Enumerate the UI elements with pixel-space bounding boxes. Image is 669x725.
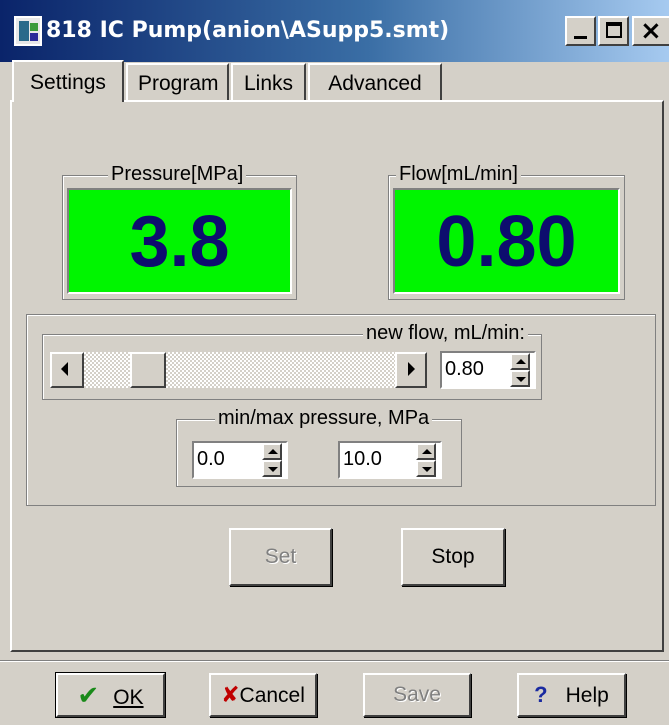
tab-links-label: Links — [243, 72, 294, 95]
stop-button-label: Stop — [431, 545, 475, 568]
maximize-icon — [606, 22, 622, 38]
arrow-left-icon — [61, 362, 68, 376]
tab-settings[interactable]: Settings — [12, 60, 124, 102]
set-button-label: Set — [264, 545, 297, 568]
spin-down-icon — [422, 467, 432, 472]
stop-button[interactable]: Stop — [401, 528, 505, 586]
arrow-right-icon — [408, 362, 415, 376]
title-bar[interactable]: 818 IC Pump(anion\ASupp5.smt) × — [0, 0, 669, 62]
flow-group: Flow[mL/min] 0.80 — [388, 163, 625, 300]
min-pressure-spin-up[interactable] — [262, 443, 282, 460]
close-button[interactable]: × — [632, 16, 669, 46]
maximize-button[interactable] — [598, 16, 629, 46]
pressure-group: Pressure[MPa] 3.8 — [62, 163, 297, 300]
cross-icon: ✘ — [221, 682, 240, 707]
new-flow-spin-down[interactable] — [510, 370, 530, 387]
slider-left-button[interactable] — [50, 352, 84, 388]
min-pressure-spinbox[interactable]: 0.0 — [192, 441, 288, 479]
minimize-icon — [574, 36, 587, 39]
tab-links[interactable]: Links — [231, 63, 306, 101]
new-flow-label: new flow, mL/min: — [363, 322, 528, 345]
ok-button-label: OK — [113, 686, 144, 709]
spin-up-icon — [516, 359, 526, 364]
save-button-label: Save — [393, 683, 441, 706]
save-button[interactable]: Save — [363, 673, 471, 717]
set-button[interactable]: Set — [229, 528, 332, 586]
max-pressure-spin-up[interactable] — [416, 443, 436, 460]
tab-advanced[interactable]: Advanced — [308, 63, 442, 101]
new-flow-spin-up[interactable] — [510, 353, 530, 370]
tab-program[interactable]: Program — [126, 63, 229, 101]
slider-right-button[interactable] — [395, 352, 427, 388]
footer-divider — [0, 660, 669, 662]
pressure-display: 3.8 — [67, 188, 292, 294]
window-title: 818 IC Pump(anion\ASupp5.smt) — [46, 18, 450, 43]
min-pressure-spin-down[interactable] — [262, 460, 282, 477]
spin-up-icon — [268, 449, 278, 454]
tab-settings-label: Settings — [30, 71, 106, 94]
new-flow-spinbox[interactable]: 0.80 — [440, 351, 536, 389]
spin-down-icon — [516, 377, 526, 382]
max-pressure-spinbox[interactable]: 10.0 — [338, 441, 442, 479]
spin-up-icon — [422, 449, 432, 454]
checkmark-icon: ✔ — [77, 680, 100, 710]
minimize-button[interactable] — [565, 16, 596, 46]
pressure-limits-label: min/max pressure, MPa — [215, 407, 433, 430]
help-button-label: Help — [565, 684, 609, 707]
tab-program-label: Program — [138, 72, 219, 95]
spin-down-icon — [268, 467, 278, 472]
ok-button[interactable]: ✔ OK — [55, 672, 166, 718]
flow-display: 0.80 — [393, 188, 620, 294]
question-icon: ? — [534, 682, 548, 707]
tab-advanced-label: Advanced — [328, 72, 422, 95]
flow-label: Flow[mL/min] — [396, 163, 521, 186]
cancel-button[interactable]: ✘Cancel — [209, 673, 317, 717]
pressure-label: Pressure[MPa] — [108, 163, 247, 186]
cancel-button-label: Cancel — [239, 684, 305, 707]
flow-slider[interactable] — [50, 352, 426, 388]
app-icon[interactable] — [14, 16, 42, 46]
slider-thumb[interactable] — [130, 352, 166, 388]
help-button[interactable]: ? Help — [517, 673, 626, 717]
max-pressure-spin-down[interactable] — [416, 460, 436, 477]
close-icon: × — [640, 16, 662, 46]
